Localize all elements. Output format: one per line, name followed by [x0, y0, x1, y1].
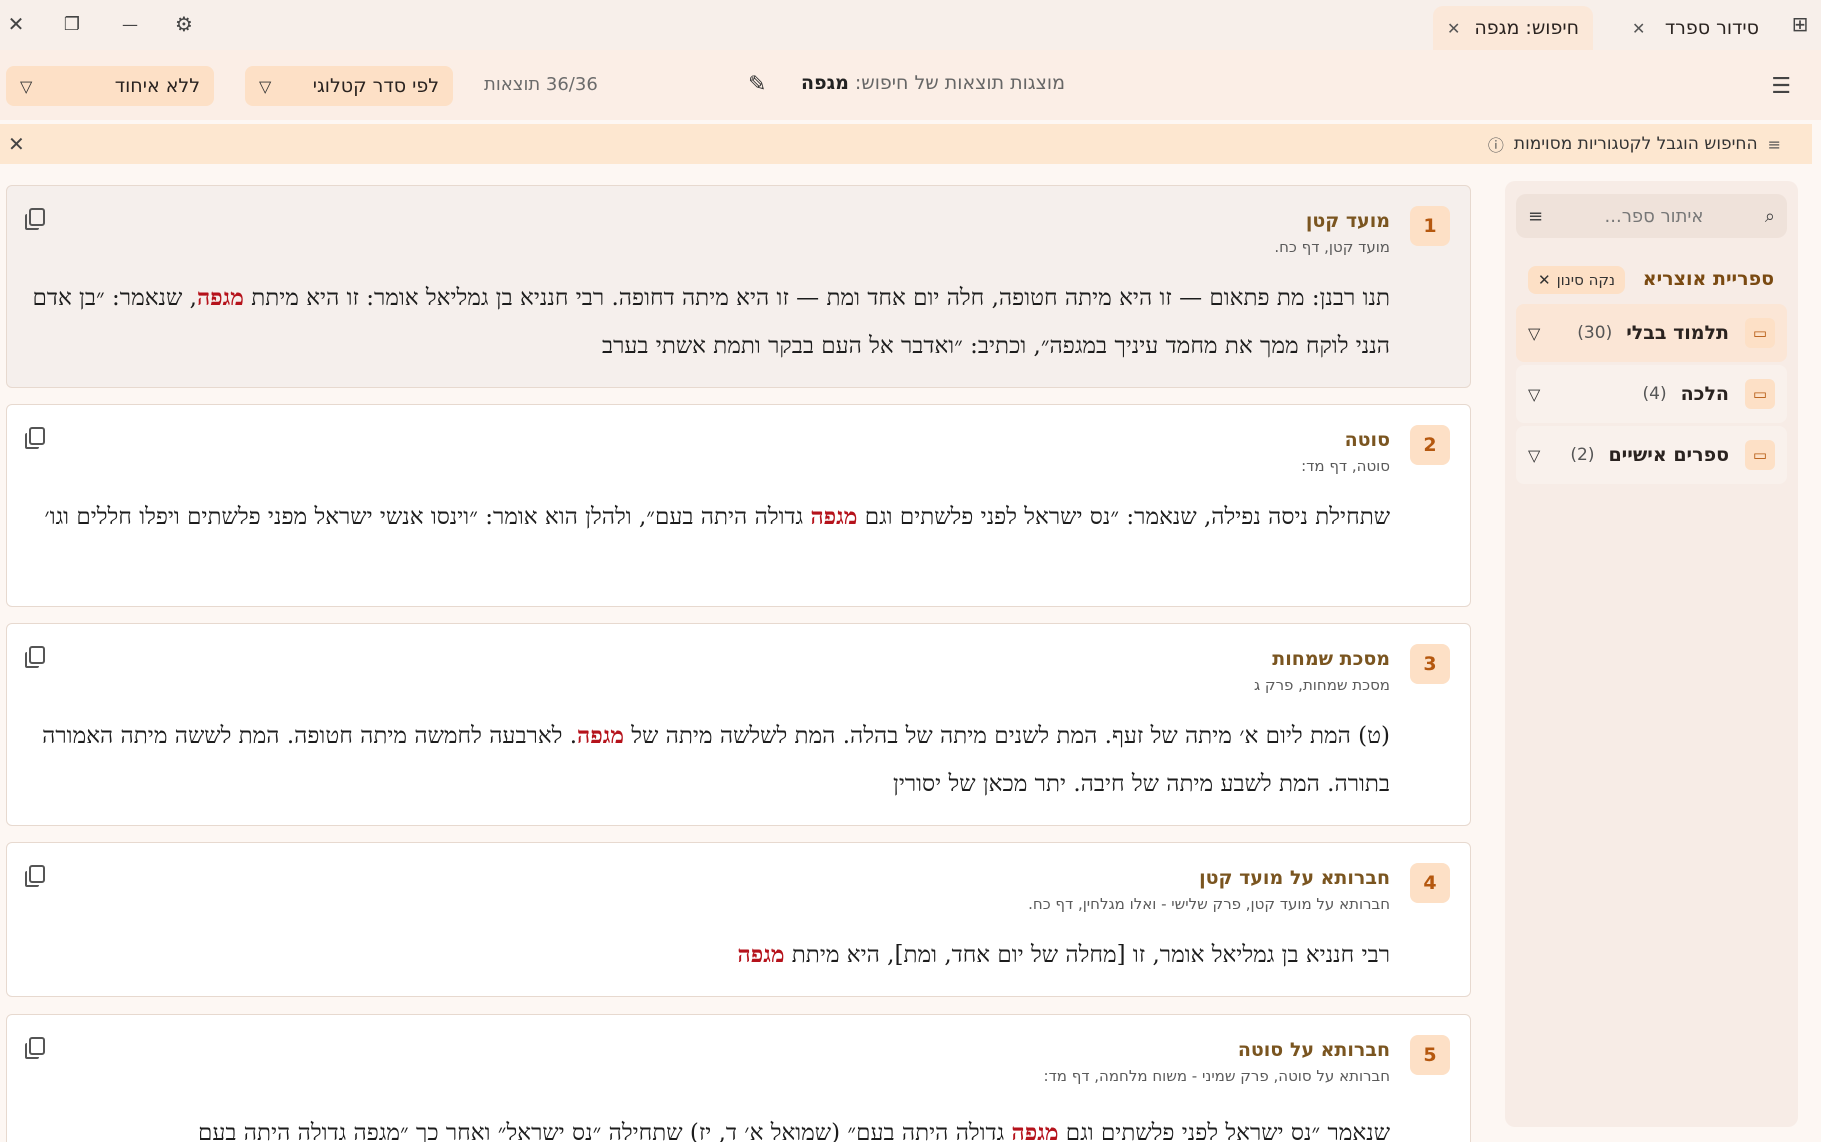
highlight-match: מגפה: [577, 722, 624, 749]
grouping-label: ללא איחוד: [114, 75, 200, 97]
result-title[interactable]: מסכת שמחות: [1272, 648, 1390, 670]
result-title[interactable]: חברותא על סוטה: [1238, 1039, 1390, 1061]
search-query: מגפה: [801, 72, 849, 94]
result-reference: מסכת שמחות, פרק ג: [1253, 676, 1390, 694]
result-reference: חברותא על סוטה, פרק שמיני - משוח מלחמה, …: [1043, 1067, 1390, 1085]
tab-label: סידור ספרד: [1664, 17, 1759, 39]
highlight-match: מגפה: [196, 284, 244, 311]
sort-label: לפי סדר קטלוגי: [312, 75, 439, 97]
result-title[interactable]: סוטה: [1345, 429, 1390, 451]
result-number: 1: [1410, 206, 1450, 246]
search-summary-label: מוצגות תוצאות של חיפוש:: [854, 72, 1065, 94]
result-snippet: רבי חנניא בן גמליאל אומר, זו [מחלה של יו…: [737, 941, 1391, 968]
result-snippet: (ט) המת ליום א׳ מיתה של זעף. המת לשנים מ…: [42, 722, 1390, 797]
result-card[interactable]: 3 מסכת שמחות מסכת שמחות, פרק ג (ט) המת ל…: [6, 623, 1471, 826]
tab-search[interactable]: חיפוש: מגפה ✕: [1433, 6, 1593, 50]
info-text: החיפוש הוגבל לקטגוריות מסוימות: [1513, 134, 1758, 154]
category-halacha[interactable]: ▭ הלכה (4) ▽: [1516, 365, 1787, 423]
search-summary: מוצגות תוצאות של חיפוש: מגפה: [795, 72, 1065, 94]
category-talmud-bavli[interactable]: ▭ תלמוד בבלי (30) ▽: [1516, 304, 1787, 362]
chevron-down-icon[interactable]: ▽: [1528, 446, 1540, 465]
restore-window-icon[interactable]: ❐: [56, 8, 88, 40]
close-info-icon[interactable]: ✕: [8, 132, 25, 156]
result-number: 5: [1410, 1035, 1450, 1075]
result-number: 4: [1410, 863, 1450, 903]
highlight-match: מגפה: [810, 503, 858, 530]
folder-icon: ▭: [1745, 318, 1775, 348]
result-card[interactable]: 4 חברותא על מועד קטן חברותא על מועד קטן,…: [6, 842, 1471, 997]
highlight-match: מגפה: [1011, 1119, 1059, 1142]
edit-search-icon[interactable]: ✎: [748, 72, 766, 97]
result-title[interactable]: חברותא על מועד קטן: [1199, 867, 1390, 889]
result-number: 3: [1410, 644, 1450, 684]
result-title[interactable]: מועד קטן: [1306, 210, 1390, 232]
close-tab-icon[interactable]: ✕: [1447, 19, 1460, 38]
category-personal-books[interactable]: ▭ ספרים אישיים (2) ▽: [1516, 426, 1787, 484]
result-card[interactable]: 2 סוטה סוטה, דף מד: שתחילת ניסה נפילה, ש…: [6, 404, 1471, 607]
copy-icon[interactable]: [25, 208, 45, 230]
category-name: תלמוד בבלי: [1626, 322, 1729, 344]
copy-icon[interactable]: [25, 865, 45, 887]
result-reference: חברותא על מועד קטן, פרק שלישי - ואלו מגל…: [1028, 895, 1390, 913]
close-icon: ✕: [1538, 271, 1551, 289]
result-reference: מועד קטן, דף כח.: [1274, 238, 1390, 256]
category-count: (30): [1577, 323, 1613, 343]
clear-filter-button[interactable]: נקה סינון ✕: [1528, 266, 1626, 294]
library-title: ספריית אוצריא: [1642, 268, 1774, 290]
clear-filter-label: נקה סינון: [1556, 271, 1616, 289]
menu-icon[interactable]: ☰: [1771, 74, 1791, 99]
category-name: הלכה: [1680, 383, 1729, 405]
copy-icon[interactable]: [25, 1037, 45, 1059]
new-tab-icon[interactable]: ⊞: [1784, 8, 1816, 40]
filter-icon[interactable]: ≡: [1528, 206, 1543, 227]
category-name: ספרים אישיים: [1608, 444, 1729, 466]
result-number: 2: [1410, 425, 1450, 465]
close-window-icon[interactable]: ✕: [0, 8, 32, 40]
highlight-match: מגפה: [737, 941, 785, 968]
chevron-down-icon[interactable]: ▽: [1528, 385, 1540, 404]
filter-icon: ≡: [1767, 134, 1781, 154]
info-message: ≡ החיפוש הוגבל לקטגוריות מסוימות ⓘ: [1488, 132, 1781, 156]
result-card[interactable]: 5 חברותא על סוטה חברותא על סוטה, פרק שמי…: [6, 1014, 1471, 1142]
copy-icon[interactable]: [25, 427, 45, 449]
folder-icon: ▭: [1745, 379, 1775, 409]
result-card[interactable]: 1 מועד קטן מועד קטן, דף כח. תנו רבנן: מת…: [6, 185, 1471, 388]
minimize-window-icon[interactable]: —: [114, 8, 146, 40]
folder-icon: ▭: [1745, 440, 1775, 470]
settings-gear-icon[interactable]: ⚙: [168, 8, 200, 40]
tab-siddur[interactable]: סידור ספרד ✕: [1618, 6, 1773, 50]
results-count: 36/36 תוצאות: [484, 74, 598, 95]
result-snippet: שתחילת ניסה נפילה, שנאמר: ״נס ישראל לפני…: [44, 503, 1390, 530]
close-tab-icon[interactable]: ✕: [1632, 19, 1645, 38]
result-snippet: תנו רבנן: מת פתאום — זו היא מיתה חטופה, …: [32, 284, 1390, 359]
category-count: (4): [1642, 384, 1667, 404]
sort-dropdown[interactable]: לפי סדר קטלוגי ▽: [245, 66, 453, 106]
result-snippet: שנאמר ״נס ישראל לפני פלשתים וגם מגפה גדו…: [27, 1109, 1390, 1142]
grouping-dropdown[interactable]: ללא איחוד ▽: [6, 66, 214, 106]
result-reference: סוטה, דף מד:: [1301, 457, 1390, 475]
chevron-down-icon: ▽: [20, 76, 33, 96]
tab-label: חיפוש: מגפה: [1474, 17, 1579, 39]
category-count: (2): [1570, 445, 1595, 465]
chevron-down-icon[interactable]: ▽: [1528, 324, 1540, 343]
search-placeholder: איתור ספר...: [1604, 205, 1704, 227]
chevron-down-icon: ▽: [259, 76, 272, 96]
info-icon: ⓘ: [1487, 136, 1504, 155]
book-search-input[interactable]: ⌕ איתור ספר... ≡: [1516, 194, 1787, 238]
copy-icon[interactable]: [25, 646, 45, 668]
search-icon: ⌕: [1764, 205, 1775, 227]
